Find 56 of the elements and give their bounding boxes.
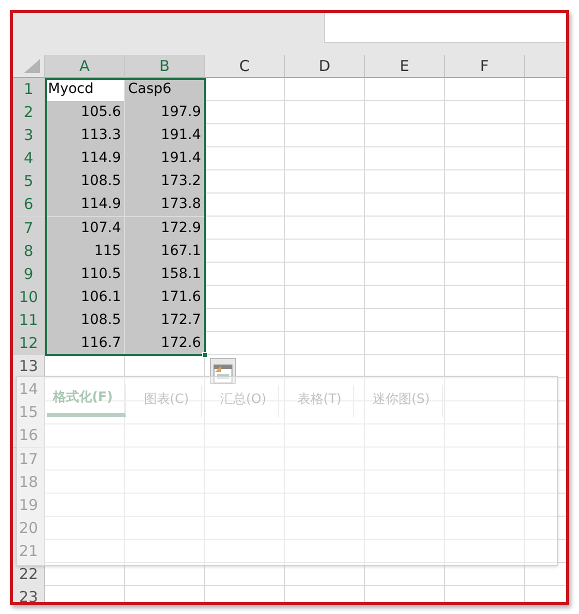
table-cell: 107.4 xyxy=(45,216,125,241)
column-header[interactable]: B xyxy=(125,55,205,78)
table-cell: 172.6 xyxy=(125,332,205,356)
select-all-button[interactable] xyxy=(13,55,45,78)
corner-triangle-icon xyxy=(24,59,40,73)
row-header[interactable]: 3 xyxy=(13,124,45,148)
row-header[interactable]: 22 xyxy=(13,562,45,587)
row-header[interactable]: 1 xyxy=(13,78,45,102)
column-header[interactable]: C xyxy=(205,55,285,78)
formula-bar[interactable] xyxy=(324,13,566,43)
row-header[interactable]: 11 xyxy=(13,308,45,333)
row-header[interactable]: 9 xyxy=(13,262,45,287)
row-header[interactable]: 13 xyxy=(13,355,45,380)
row-header[interactable]: 14 xyxy=(13,378,45,402)
table-cell: 110.5 xyxy=(45,262,125,287)
column-header[interactable]: F xyxy=(445,55,525,78)
table-cell: 105.6 xyxy=(45,101,125,126)
table-cell: 114.9 xyxy=(45,147,125,172)
row-header[interactable]: 10 xyxy=(13,286,45,310)
column-header[interactable]: E xyxy=(365,55,445,78)
row-header[interactable]: 20 xyxy=(13,516,45,541)
table-cell: 115 xyxy=(45,240,125,264)
table-cell: 158.1 xyxy=(125,262,205,287)
table-cell: 171.6 xyxy=(125,286,205,310)
table-cell: 108.5 xyxy=(45,308,125,333)
table-cell: 191.4 xyxy=(125,147,205,172)
table-cell: 167.1 xyxy=(125,240,205,264)
row-header[interactable]: 18 xyxy=(13,470,45,495)
fill-handle[interactable] xyxy=(202,352,208,358)
row-header[interactable]: 6 xyxy=(13,193,45,218)
row-header[interactable]: 19 xyxy=(13,494,45,518)
table-cell: 172.7 xyxy=(125,308,205,333)
table-cell: 114.9 xyxy=(45,193,125,218)
table-cell: 108.5 xyxy=(45,170,125,194)
table-cell: 191.4 xyxy=(125,124,205,148)
row-header[interactable]: 16 xyxy=(13,424,45,448)
row-header[interactable]: 21 xyxy=(13,540,45,564)
column-header[interactable]: D xyxy=(285,55,365,78)
column-header[interactable]: A xyxy=(45,55,125,78)
table-cell: 113.3 xyxy=(45,124,125,148)
row-header[interactable]: 12 xyxy=(13,332,45,356)
row-header[interactable]: 17 xyxy=(13,448,45,472)
quick-analysis-button[interactable] xyxy=(210,358,236,384)
table-cell: 197.9 xyxy=(125,101,205,126)
table-cell: 172.9 xyxy=(125,216,205,241)
row-header[interactable]: 8 xyxy=(13,240,45,264)
table-cell: 106.1 xyxy=(45,286,125,310)
row-header[interactable]: 7 xyxy=(13,216,45,241)
row-header[interactable]: 5 xyxy=(13,170,45,194)
row-header[interactable]: 4 xyxy=(13,147,45,172)
row-header[interactable]: 15 xyxy=(13,401,45,426)
row-header[interactable]: 2 xyxy=(13,101,45,126)
table-cell: 173.2 xyxy=(125,170,205,194)
table-chart-icon xyxy=(213,364,233,384)
table-cell: 173.8 xyxy=(125,193,205,218)
row-header[interactable]: 23 xyxy=(13,586,45,602)
